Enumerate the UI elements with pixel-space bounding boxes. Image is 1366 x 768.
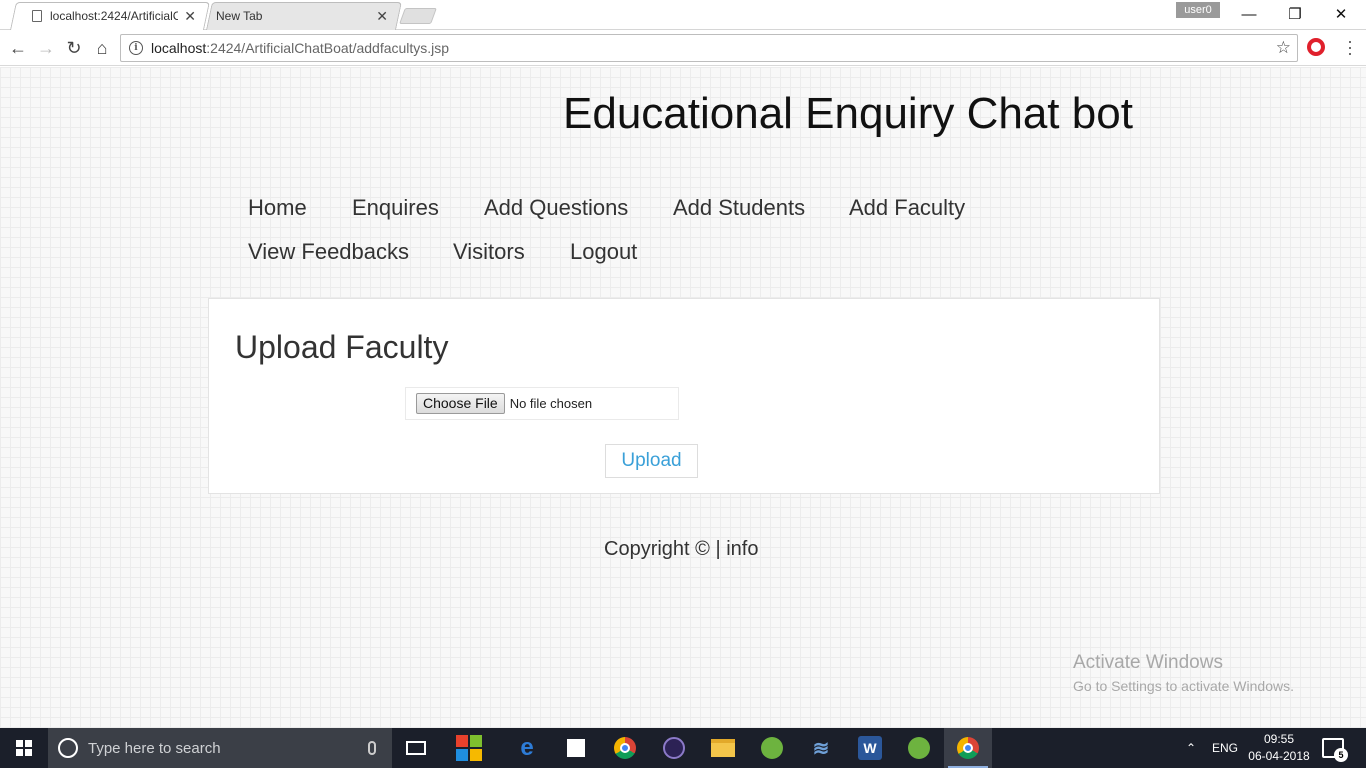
tab-active[interactable]: localhost:2424/ArtificialC ✕ — [10, 2, 210, 30]
microphone-icon[interactable] — [368, 741, 376, 755]
tab-close-icon[interactable]: ✕ — [184, 8, 196, 25]
nav-add-faculty[interactable]: Add Faculty — [849, 195, 965, 221]
activate-subtitle: Go to Settings to activate Windows. — [1073, 678, 1294, 694]
reload-icon[interactable]: ↻ — [62, 36, 86, 60]
start-button[interactable] — [0, 728, 48, 768]
site-title: Educational Enquiry Chat bot — [563, 89, 1133, 138]
chrome-active-icon[interactable] — [944, 728, 992, 768]
browser-toolbar: ← → ↻ ⌂ i localhost:2424/ArtificialChatB… — [0, 30, 1366, 66]
store-tiles-icon[interactable] — [445, 728, 493, 768]
nav-add-questions[interactable]: Add Questions — [484, 195, 628, 221]
clock-date: 06-04-2018 — [1248, 749, 1310, 763]
page-icon — [32, 10, 42, 22]
forward-arrow-icon[interactable]: → — [34, 36, 58, 60]
upload-card: Upload Faculty Choose File No file chose… — [208, 298, 1160, 494]
page-content: Educational Enquiry Chat bot Home Enquir… — [0, 67, 1366, 728]
tab-close-icon[interactable]: ✕ — [376, 8, 388, 25]
activate-windows-watermark: Activate Windows Go to Settings to activ… — [1073, 652, 1294, 694]
new-tab-button[interactable] — [399, 8, 437, 24]
taskbar-search[interactable]: Type here to search — [48, 728, 392, 768]
nav-visitors[interactable]: Visitors — [453, 239, 525, 265]
user-badge[interactable]: user0 — [1176, 2, 1220, 18]
back-arrow-icon[interactable]: ← — [6, 36, 30, 60]
search-placeholder: Type here to search — [88, 739, 221, 757]
windows-taskbar: Type here to search e ≋ W ⌃ ENG 09:55 06… — [0, 728, 1366, 768]
notification-count-badge: 5 — [1334, 748, 1348, 762]
nav-logout[interactable]: Logout — [570, 239, 637, 265]
upload-button[interactable]: Upload — [605, 444, 698, 478]
file-explorer-icon[interactable] — [699, 728, 747, 768]
windows-logo-icon — [16, 740, 32, 756]
footer-copyright: Copyright © | info — [604, 538, 759, 560]
spring-tool-icon-2[interactable] — [895, 728, 943, 768]
eclipse-icon[interactable] — [650, 728, 698, 768]
store-bag-icon[interactable] — [552, 728, 600, 768]
tab-title: localhost:2424/ArtificialC — [50, 9, 179, 23]
nav-home[interactable]: Home — [248, 195, 307, 221]
restore-button[interactable]: ❐ — [1272, 0, 1318, 28]
tray-chevron-icon[interactable]: ⌃ — [1186, 728, 1196, 768]
home-icon[interactable]: ⌂ — [90, 36, 114, 60]
bookmark-star-icon[interactable]: ☆ — [1276, 38, 1291, 58]
url-text[interactable]: localhost:2424/ArtificialChatBoat/addfac… — [151, 40, 1276, 56]
tab-title: New Tab — [216, 9, 263, 23]
clock-time: 09:55 — [1263, 732, 1295, 746]
spring-tool-icon[interactable] — [748, 728, 796, 768]
file-input[interactable]: Choose File No file chosen — [405, 387, 679, 420]
browser-menu-icon[interactable]: · · · — [1345, 32, 1355, 62]
word-icon[interactable]: W — [846, 728, 894, 768]
nav-view-feedbacks[interactable]: View Feedbacks — [248, 239, 409, 265]
mysql-dolphin-icon[interactable]: ≋ — [797, 728, 845, 768]
taskbar-clock[interactable]: 09:55 06-04-2018 — [1244, 731, 1314, 765]
task-view-icon[interactable] — [392, 728, 440, 768]
info-icon[interactable]: i — [129, 41, 143, 55]
activate-title: Activate Windows — [1073, 652, 1223, 673]
address-bar[interactable]: i localhost:2424/ArtificialChatBoat/addf… — [120, 34, 1298, 62]
edge-icon[interactable]: e — [503, 728, 551, 768]
opera-extension-icon[interactable] — [1307, 38, 1325, 56]
browser-titlebar: localhost:2424/ArtificialC ✕ New Tab ✕ u… — [0, 0, 1366, 30]
tab-new-tab[interactable]: New Tab ✕ — [206, 2, 402, 30]
cortana-icon — [58, 738, 78, 758]
file-status-text: No file chosen — [509, 396, 593, 411]
nav-enquires[interactable]: Enquires — [352, 195, 439, 221]
choose-file-button[interactable]: Choose File — [416, 393, 505, 414]
chrome-icon[interactable] — [601, 728, 649, 768]
minimize-button[interactable]: — — [1226, 0, 1272, 28]
close-window-button[interactable]: ✕ — [1318, 0, 1364, 28]
upload-heading: Upload Faculty — [235, 329, 449, 365]
language-indicator[interactable]: ENG — [1212, 728, 1238, 768]
nav-add-students[interactable]: Add Students — [673, 195, 805, 221]
